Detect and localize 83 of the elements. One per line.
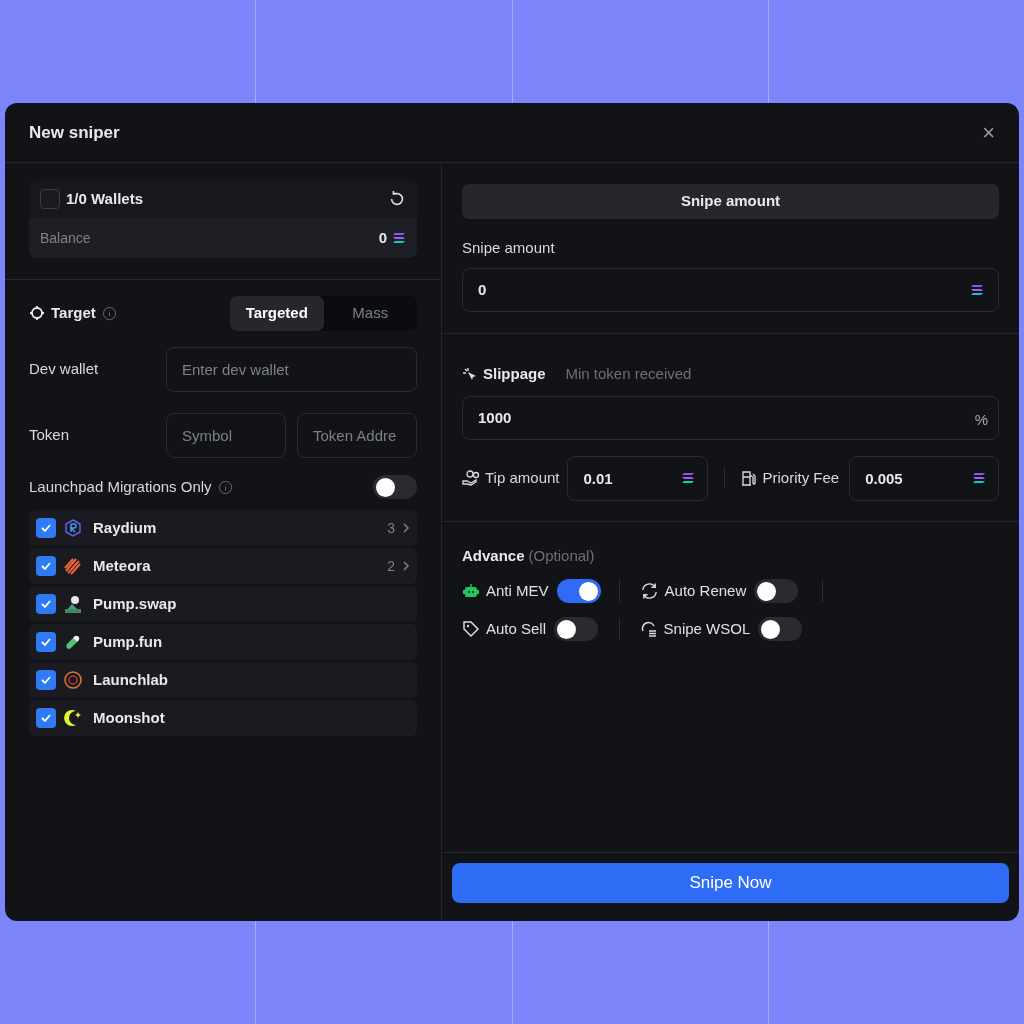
tip-amount-label: Tip amount <box>485 467 560 488</box>
checkbox[interactable] <box>36 708 56 728</box>
platform-name: Pump.fun <box>93 631 164 652</box>
info-icon <box>101 305 117 321</box>
slippage-hint: Min token received <box>565 364 692 385</box>
toggle-switch[interactable] <box>758 617 803 641</box>
solana-icon <box>681 471 696 484</box>
symbol-field[interactable]: Symbol <box>166 413 286 458</box>
check-icon <box>40 598 52 610</box>
tip-amount-field[interactable]: 0.01 <box>567 455 709 501</box>
platform-name: Moonshot <box>93 707 166 728</box>
token-address-field[interactable]: Token Addre <box>297 413 417 458</box>
info-icon <box>217 479 233 495</box>
platform-name: Raydium <box>93 517 158 538</box>
percent-unit: % <box>974 409 988 430</box>
toggle-switch[interactable] <box>754 579 799 603</box>
toggle-switch[interactable] <box>554 617 599 641</box>
target-label: Target <box>51 302 96 323</box>
solana-icon <box>392 232 406 244</box>
wallets-label: 1/0 Wallets <box>66 188 144 209</box>
moon-icon <box>63 708 83 728</box>
target-tab[interactable]: Mass <box>323 295 417 331</box>
crosshair-icon <box>29 305 45 321</box>
dev-wallet-field[interactable]: Enter dev wallet <box>166 347 417 392</box>
hexagon-logo-icon <box>63 518 83 538</box>
platform-row[interactable]: Moonshot <box>29 700 417 736</box>
platform-row[interactable]: Launchlab <box>29 662 417 698</box>
platform-name: Meteora <box>93 555 152 576</box>
snipe-amount-field[interactable]: 0 <box>462 267 999 312</box>
platform-count: 3 <box>387 518 395 538</box>
balance-value: 0 <box>378 227 387 248</box>
platform-row[interactable]: Pump.swap <box>29 586 417 622</box>
refresh-icon <box>639 582 659 600</box>
robot-icon <box>462 583 480 599</box>
snipe-now-button[interactable]: Snipe Now <box>452 863 1009 903</box>
advance-title: Advance <box>462 545 525 566</box>
platform-row[interactable]: Pump.fun <box>29 624 417 660</box>
option-label: Snipe WSOL <box>663 618 751 639</box>
checkbox[interactable] <box>36 556 56 576</box>
hand-coins-icon <box>462 469 480 487</box>
check-icon <box>40 522 52 534</box>
checkbox[interactable] <box>36 632 56 652</box>
token-label: Token <box>29 425 71 446</box>
dev-wallet-label: Dev wallet <box>29 359 100 380</box>
option-label: Auto Sell <box>486 618 547 639</box>
check-icon <box>40 560 52 572</box>
window-title: New sniper <box>29 121 120 144</box>
option-label: Auto Renew <box>664 580 747 601</box>
ring-logo-icon <box>63 670 83 690</box>
priority-fee-field[interactable]: 0.005 <box>849 455 999 501</box>
checkbox[interactable] <box>36 518 56 538</box>
check-icon <box>40 712 52 724</box>
check-icon <box>40 674 52 686</box>
toggle-switch[interactable] <box>373 475 417 499</box>
checkbox[interactable] <box>40 189 60 209</box>
chevron-right-icon <box>402 523 410 533</box>
close-button[interactable]: × <box>982 121 995 144</box>
solana-icon <box>970 283 984 296</box>
platform-row[interactable]: Meteora 2 <box>29 548 417 584</box>
launchpad-migrations-label: Launchpad Migrations Only <box>29 476 212 497</box>
solana-icon <box>972 471 986 484</box>
priority-fee-label: Priority Fee <box>762 467 840 488</box>
fuel-pump-icon <box>741 470 758 486</box>
platform-name: Pump.swap <box>93 593 178 614</box>
option-label: Anti MEV <box>486 580 549 601</box>
advance-subtitle: (Optional) <box>528 545 595 566</box>
striped-logo-icon <box>63 556 83 576</box>
checkbox[interactable] <box>36 670 56 690</box>
checkbox[interactable] <box>36 594 56 614</box>
check-icon <box>40 636 52 648</box>
target-tab[interactable]: Targeted <box>230 295 324 331</box>
toggle-switch[interactable] <box>556 579 601 603</box>
platform-row[interactable]: Raydium 3 <box>29 510 417 546</box>
balance-label: Balance <box>40 228 92 248</box>
chevron-right-icon <box>402 561 410 571</box>
platform-name: Launchlab <box>93 669 169 690</box>
slippage-label: Slippage <box>483 364 546 385</box>
refresh-icon[interactable] <box>388 190 406 208</box>
tag-icon <box>462 620 480 638</box>
platform-count: 2 <box>387 556 395 576</box>
snipe-amount-title: Snipe amount <box>680 191 781 212</box>
snipe-amount-label: Snipe amount <box>462 238 556 258</box>
coin-cycle-icon <box>639 620 658 638</box>
